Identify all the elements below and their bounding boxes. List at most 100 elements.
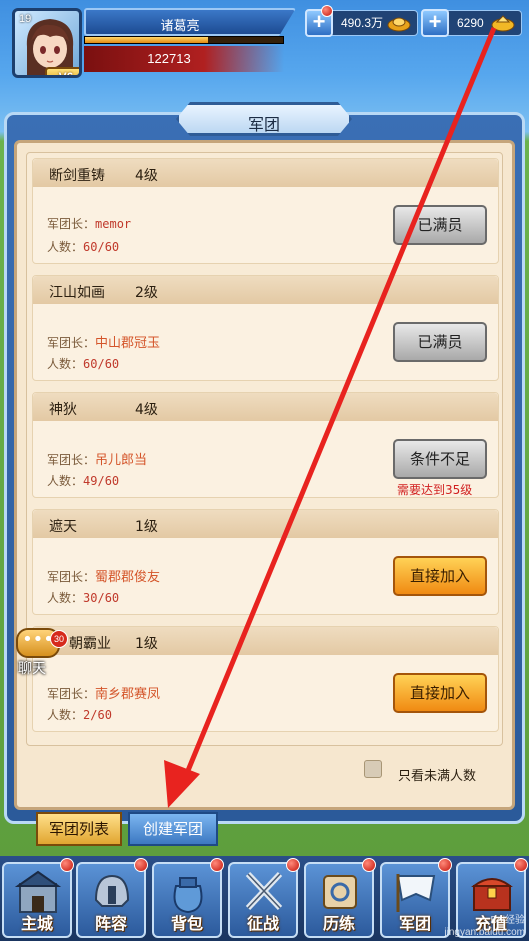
count-label: 人数： [47, 240, 84, 254]
legion-leader-row: 军团长：中山郡冠玉 [47, 332, 160, 351]
legion-card: 断剑重铸 4级 军团长：memor 人数：60/60 已满员 [32, 158, 499, 264]
legion-leader-row: 军团长：memor [47, 215, 131, 232]
player-hp-bar [84, 36, 284, 44]
nav-notification-dot [210, 858, 224, 872]
legion-member-count: 49/60 [83, 474, 120, 488]
player-power: 122713 [84, 46, 284, 72]
leader-label: 军团长： [47, 217, 96, 231]
legion-name: 遮天 [49, 519, 77, 535]
gold-resource: + 490.3万 [305, 5, 418, 37]
legion-level: 1级 [135, 636, 158, 652]
legion-name: 朝霸业 [69, 636, 111, 652]
watermark: Bai经验 jingyan.baidu.com [444, 915, 525, 938]
chat-unread-badge: 30 [50, 630, 68, 648]
legion-level: 4级 [135, 168, 158, 184]
chat-button[interactable]: ••• 30 聊天 [16, 628, 68, 677]
legion-member-count: 2/60 [83, 708, 112, 722]
vip-badge: V6 [45, 67, 79, 75]
nav-label: 历练 [322, 914, 355, 933]
player-level: 19 [19, 13, 32, 25]
legion-member-count: 30/60 [83, 591, 120, 605]
legion-name: 江山如画 [49, 285, 105, 301]
gold-notification-dot [321, 5, 333, 17]
join-legion-button[interactable]: 直接加入 [393, 556, 487, 596]
legion-leader: memor [95, 217, 132, 231]
gem-ingot-icon [491, 15, 515, 32]
player-avatar[interactable]: 19 V6 [12, 8, 82, 78]
legion-card: 神狄 4级 军团长：吊儿郎当 人数：49/60 条件不足 需要达到35级 [32, 392, 499, 498]
count-label: 人数： [47, 591, 84, 605]
leader-label: 军团长： [47, 687, 96, 701]
legion-leader-row: 军团长：南乡郡赛凤 [47, 683, 160, 702]
legion-count-row: 人数：49/60 [47, 472, 119, 489]
gem-value: 6290 [457, 16, 484, 30]
legion-card-header: 朝霸业 1级 [33, 627, 498, 655]
chest-icon [471, 878, 513, 911]
player-hp-fill [85, 37, 208, 43]
legion-card-header: 断剑重铸 4级 [33, 159, 498, 187]
legion-level: 4级 [135, 402, 158, 418]
add-gem-button[interactable]: + [421, 9, 449, 37]
legion-count-row: 人数：30/60 [47, 589, 119, 606]
nav-training[interactable]: 历练 [304, 858, 376, 938]
legion-name: 断剑重铸 [49, 168, 105, 184]
top-hud: 19 V6 诸葛亮 122713 + 490.3万 + 6290 [0, 0, 529, 100]
leader-label: 军团长： [47, 453, 96, 467]
panel-title-banner: 军团 [176, 102, 352, 136]
nav-lineup[interactable]: 阵容 [76, 858, 148, 938]
nav-notification-dot [286, 858, 300, 872]
tab-create-legion[interactable]: 创建军团 [128, 812, 218, 846]
legion-card: 江山如画 2级 军团长：中山郡冠玉 人数：60/60 已满员 [32, 275, 499, 381]
legion-full-button[interactable]: 已满员 [393, 322, 487, 362]
legion-requirement-button[interactable]: 条件不足 [393, 439, 487, 479]
nav-label: 军团 [398, 914, 431, 933]
castle-icon [14, 870, 62, 913]
count-label: 人数： [47, 357, 84, 371]
legion-card-header: 遮天 1级 [33, 510, 498, 538]
nav-campaign[interactable]: 征战 [228, 858, 300, 938]
legion-member-count: 60/60 [83, 357, 120, 371]
filter-not-full-checkbox[interactable] [364, 760, 382, 778]
legion-count-row: 人数：60/60 [47, 238, 119, 255]
panel-title: 军团 [247, 115, 280, 134]
chat-label: 聊天 [18, 661, 46, 677]
filter-not-full-label[interactable]: 只看未满人数 [398, 765, 476, 784]
nav-main-city[interactable]: 主城 [2, 858, 74, 938]
legion-card: 朝霸业 1级 军团长：南乡郡赛凤 人数：2/60 直接加入 [32, 626, 499, 732]
legion-name: 神狄 [49, 402, 77, 418]
legion-full-button[interactable]: 已满员 [393, 205, 487, 245]
tab-legion-list[interactable]: 军团列表 [36, 812, 122, 846]
leader-label: 军团长： [47, 336, 96, 350]
scroll-icon [323, 875, 357, 909]
nav-legion[interactable]: 军团 [380, 858, 452, 938]
bag-icon [173, 877, 203, 914]
nav-label: 背包 [170, 914, 203, 933]
legion-leader: 中山郡冠玉 [95, 336, 161, 351]
legion-count-row: 人数：60/60 [47, 355, 119, 372]
level-requirement-note: 需要达到35级 [397, 483, 473, 497]
nav-notification-dot [362, 858, 376, 872]
gold-ingot-icon [387, 17, 411, 32]
helmet-icon [94, 874, 130, 907]
nav-label: 主城 [20, 914, 53, 933]
nav-notification-dot [60, 858, 74, 872]
count-label: 人数： [47, 474, 84, 488]
legion-level: 1级 [135, 519, 158, 535]
legion-card-header: 江山如画 2级 [33, 276, 498, 304]
nav-notification-dot [438, 858, 452, 872]
crossed-swords-icon [245, 871, 283, 911]
nav-notification-dot [134, 858, 148, 872]
legion-member-count: 60/60 [83, 240, 120, 254]
join-legion-button[interactable]: 直接加入 [393, 673, 487, 713]
nav-notification-dot [514, 858, 528, 872]
count-label: 人数： [47, 708, 84, 722]
legion-leader: 蜀郡郡俊友 [95, 570, 161, 585]
legion-card-header: 神狄 4级 [33, 393, 498, 421]
nav-bag[interactable]: 背包 [152, 858, 224, 938]
legion-leader: 吊儿郎当 [95, 453, 148, 468]
gold-value: 490.3万 [341, 16, 384, 30]
nav-label: 阵容 [94, 914, 127, 933]
banner-icon [396, 874, 436, 912]
legion-leader: 南乡郡赛凤 [95, 687, 161, 702]
leader-label: 军团长： [47, 570, 96, 584]
